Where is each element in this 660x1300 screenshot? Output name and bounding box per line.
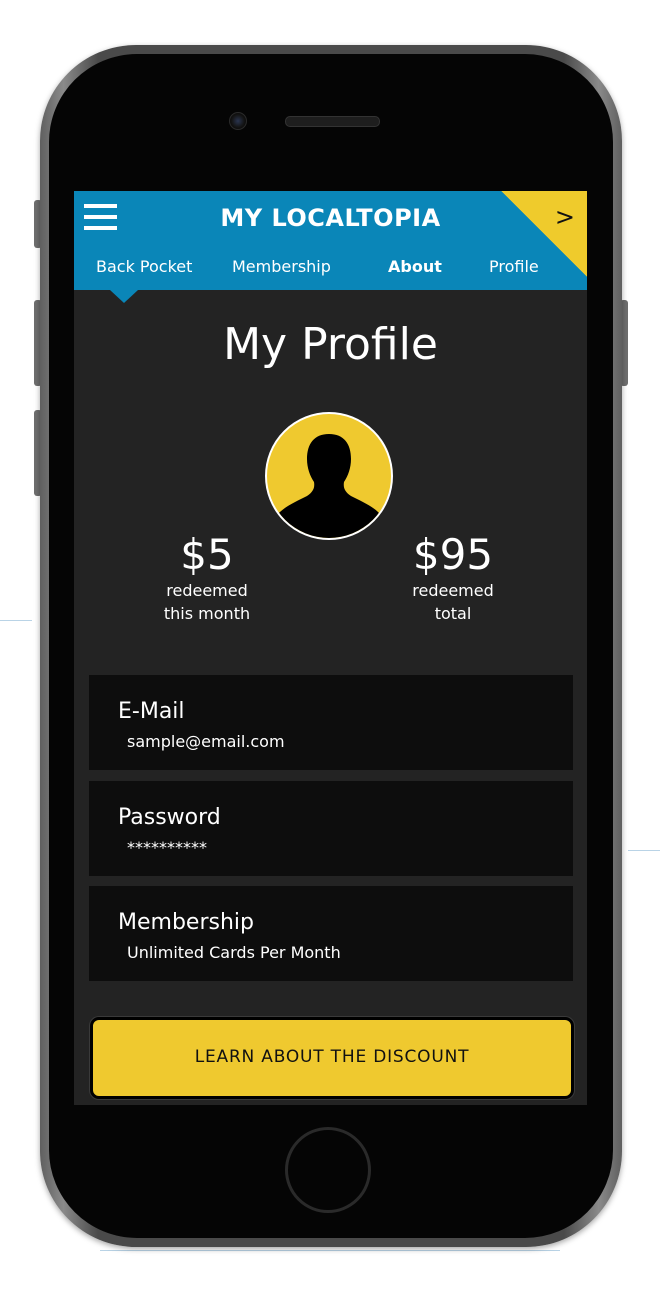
page-title: My Profile <box>223 319 438 370</box>
app-header: MY LOCALTOPIA > Back Pocket Membership A… <box>74 191 587 290</box>
stat-caption: redeemed <box>166 581 248 600</box>
decorative-line-bottom <box>100 1250 560 1251</box>
tab-about[interactable]: About <box>388 257 442 276</box>
field-value: sample@email.com <box>127 732 285 751</box>
field-value: ********** <box>127 838 207 857</box>
decorative-line-right <box>628 850 660 851</box>
front-camera <box>229 112 247 130</box>
stat-amount: $5 <box>180 530 234 579</box>
field-label: Membership <box>118 910 254 935</box>
email-field[interactable]: E-Mail sample@email.com <box>89 675 573 770</box>
field-value: Unlimited Cards Per Month <box>127 943 341 962</box>
earpiece-speaker <box>285 116 380 127</box>
stat-redeemed-month: $5 redeemed this month <box>142 531 272 625</box>
stat-caption: total <box>434 604 472 623</box>
membership-field[interactable]: Membership Unlimited Cards Per Month <box>89 886 573 981</box>
stat-redeemed-total: $95 redeemed total <box>388 531 518 625</box>
field-label: E-Mail <box>118 699 185 724</box>
app-screen: MY LOCALTOPIA > Back Pocket Membership A… <box>74 191 587 1105</box>
tab-membership[interactable]: Membership <box>232 257 331 276</box>
home-button[interactable] <box>285 1127 371 1213</box>
tab-back-pocket[interactable]: Back Pocket <box>96 257 192 276</box>
learn-about-discount-button[interactable]: LEARN ABOUT THE DISCOUNT <box>90 1017 574 1099</box>
decorative-line-left <box>0 620 32 621</box>
password-field[interactable]: Password ********** <box>89 781 573 876</box>
tab-pointer-indicator <box>110 290 138 303</box>
chevron-right-icon: > <box>554 203 575 231</box>
field-label: Password <box>118 805 221 830</box>
avatar[interactable] <box>265 412 393 540</box>
stat-caption: this month <box>163 604 251 623</box>
user-silhouette-icon <box>275 434 383 538</box>
tab-profile[interactable]: Profile <box>489 257 539 276</box>
stat-caption: redeemed <box>412 581 494 600</box>
stat-amount: $95 <box>412 530 494 579</box>
